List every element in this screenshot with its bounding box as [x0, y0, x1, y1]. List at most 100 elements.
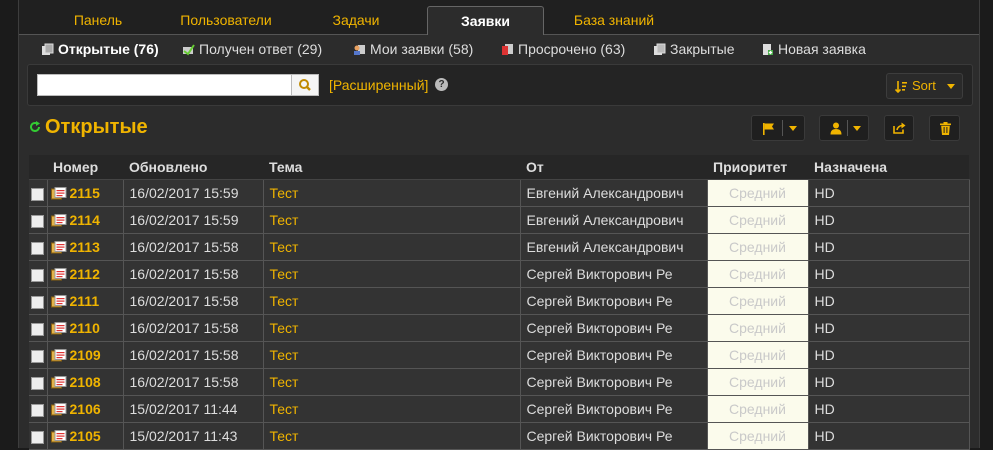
- header-priority[interactable]: Приоритет: [707, 155, 808, 180]
- assigned-cell: HD: [808, 314, 970, 342]
- table-row[interactable]: 2105 15/02/2017 11:43 Тест Сергей Виктор…: [29, 422, 970, 450]
- updated-cell: 16/02/2017 15:58: [123, 260, 264, 288]
- ticket-number-cell[interactable]: 2108: [47, 368, 124, 396]
- from-cell: Сергей Викторович Ре: [520, 341, 708, 369]
- search-icon: [299, 79, 311, 91]
- tab-knowledge-base[interactable]: База знаний: [564, 6, 664, 34]
- header-subject[interactable]: Тема: [263, 155, 520, 180]
- row-select-cell: [29, 395, 48, 423]
- ticket-icon: [50, 268, 66, 281]
- row-checkbox[interactable]: [31, 403, 45, 417]
- subject-link[interactable]: Тест: [263, 314, 521, 342]
- ticket-number[interactable]: 2114: [70, 212, 100, 228]
- ticket-number[interactable]: 2111: [70, 293, 100, 309]
- header-from[interactable]: От: [520, 155, 707, 180]
- priority-cell: Средний: [707, 341, 809, 369]
- ticket-number[interactable]: 2113: [70, 239, 100, 255]
- ticket-number-cell[interactable]: 2110: [47, 314, 124, 342]
- ticket-icon: [50, 403, 66, 416]
- row-checkbox[interactable]: [31, 349, 45, 363]
- from-cell: Сергей Викторович Ре: [520, 368, 708, 396]
- page-header: Открытые: [27, 112, 971, 146]
- updated-cell: 15/02/2017 11:43: [123, 422, 264, 450]
- header-updated[interactable]: Обновлено: [123, 155, 263, 180]
- ticket-number[interactable]: 2112: [70, 266, 100, 282]
- ticket-icon: [50, 349, 66, 362]
- priority-cell: Средний: [707, 206, 809, 234]
- assign-dropdown-button[interactable]: [819, 115, 869, 141]
- table-row[interactable]: 2115 16/02/2017 15:59 Тест Евгений Алекс…: [29, 179, 970, 207]
- flag-dropdown-button[interactable]: [751, 115, 805, 141]
- ticket-number[interactable]: 2108: [70, 374, 101, 390]
- subject-link[interactable]: Тест: [263, 233, 521, 261]
- ticket-number-cell[interactable]: 2105: [47, 422, 124, 450]
- refresh-icon[interactable]: [29, 121, 41, 133]
- subject-link[interactable]: Тест: [263, 422, 521, 450]
- updated-cell: 16/02/2017 15:58: [123, 314, 264, 342]
- updated-cell: 15/02/2017 11:44: [123, 395, 264, 423]
- chevron-down-icon: [789, 126, 797, 131]
- search-input[interactable]: [37, 74, 292, 96]
- filter-my-tickets[interactable]: Мои заявки (58): [353, 40, 473, 58]
- table-row[interactable]: 2109 16/02/2017 15:58 Тест Сергей Виктор…: [29, 341, 970, 369]
- ticket-number[interactable]: 2115: [70, 185, 100, 201]
- assigned-cell: HD: [808, 395, 970, 423]
- ticket-number-cell[interactable]: 2113: [47, 233, 124, 261]
- ticket-number[interactable]: 2109: [70, 347, 101, 363]
- open-tickets-icon: [42, 43, 54, 55]
- row-checkbox[interactable]: [31, 187, 45, 201]
- table-row[interactable]: 2108 16/02/2017 15:58 Тест Сергей Виктор…: [29, 368, 970, 396]
- ticket-number-cell[interactable]: 2109: [47, 341, 124, 369]
- table-row[interactable]: 2114 16/02/2017 15:59 Тест Евгений Алекс…: [29, 206, 970, 234]
- new-ticket-link[interactable]: Новая заявка: [761, 40, 866, 58]
- page-title: Открытые: [45, 116, 148, 138]
- ticket-number-cell[interactable]: 2106: [47, 395, 124, 423]
- search-button[interactable]: [291, 74, 319, 96]
- subject-link[interactable]: Тест: [263, 260, 521, 288]
- tab-users[interactable]: Пользователи: [171, 6, 281, 34]
- table-row[interactable]: 2111 16/02/2017 15:58 Тест Сергей Виктор…: [29, 287, 970, 315]
- header-assigned[interactable]: Назначена: [808, 155, 969, 180]
- row-checkbox[interactable]: [31, 430, 45, 444]
- subject-link[interactable]: Тест: [263, 341, 521, 369]
- ticket-icon: [50, 295, 66, 308]
- tab-dashboard[interactable]: Панель: [71, 6, 125, 34]
- subject-link[interactable]: Тест: [263, 179, 521, 207]
- row-checkbox[interactable]: [31, 376, 45, 390]
- sort-button[interactable]: Sort: [886, 73, 963, 99]
- table-row[interactable]: 2113 16/02/2017 15:58 Тест Евгений Алекс…: [29, 233, 970, 261]
- filter-closed[interactable]: Закрытые: [653, 40, 734, 58]
- filter-answered[interactable]: Получен ответ (29): [182, 40, 322, 58]
- subject-link[interactable]: Тест: [263, 368, 521, 396]
- filter-open[interactable]: Открытые (76): [41, 40, 159, 58]
- ticket-number-cell[interactable]: 2114: [47, 206, 124, 234]
- delete-button[interactable]: [929, 115, 960, 141]
- user-icon: [830, 122, 842, 135]
- row-checkbox[interactable]: [31, 295, 45, 309]
- ticket-number[interactable]: 2106: [70, 401, 101, 417]
- subject-link[interactable]: Тест: [263, 206, 521, 234]
- ticket-number-cell[interactable]: 2115: [47, 179, 124, 207]
- row-checkbox[interactable]: [31, 214, 45, 228]
- row-checkbox[interactable]: [31, 322, 45, 336]
- advanced-search-link[interactable]: [Расширенный]: [329, 77, 428, 93]
- ticket-number[interactable]: 2105: [70, 428, 101, 444]
- subject-link[interactable]: Тест: [263, 287, 521, 315]
- row-checkbox[interactable]: [31, 241, 45, 255]
- ticket-number-cell[interactable]: 2112: [47, 260, 124, 288]
- transfer-button[interactable]: [884, 115, 914, 141]
- tab-tasks[interactable]: Задачи: [325, 6, 387, 34]
- tab-tickets[interactable]: Заявки: [427, 6, 544, 36]
- priority-cell: Средний: [707, 422, 809, 450]
- ticket-number-cell[interactable]: 2111: [47, 287, 124, 315]
- ticket-number[interactable]: 2110: [70, 320, 100, 336]
- table-row[interactable]: 2106 15/02/2017 11:44 Тест Сергей Виктор…: [29, 395, 970, 423]
- table-row[interactable]: 2110 16/02/2017 15:58 Тест Сергей Виктор…: [29, 314, 970, 342]
- subject-link[interactable]: Тест: [263, 395, 521, 423]
- row-checkbox[interactable]: [31, 268, 45, 282]
- help-icon[interactable]: ?: [435, 78, 448, 91]
- filter-overdue[interactable]: Просрочено (63): [501, 40, 625, 58]
- header-number[interactable]: Номер: [47, 155, 123, 180]
- table-row[interactable]: 2112 16/02/2017 15:58 Тест Сергей Виктор…: [29, 260, 970, 288]
- assigned-cell: HD: [808, 233, 970, 261]
